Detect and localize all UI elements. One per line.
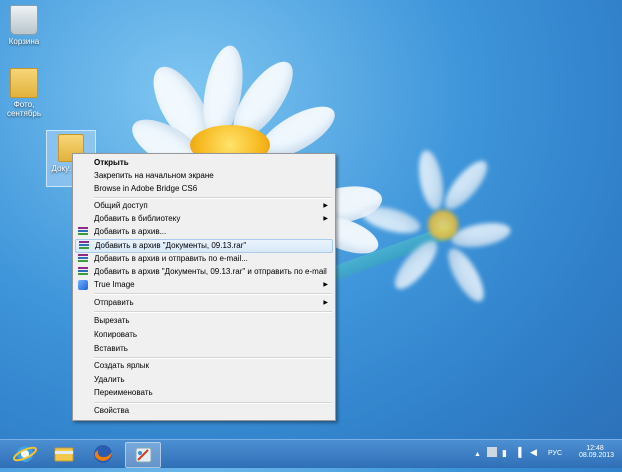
clock[interactable]: 12:48 08.09.2013 <box>579 445 615 459</box>
taskbar-file-explorer[interactable] <box>47 442 81 466</box>
desktop-icon-folder-photos[interactable]: Фото, сентябрь <box>0 68 48 118</box>
language-indicator[interactable]: РУС <box>548 450 562 457</box>
menu-item-paste[interactable]: Вставить <box>75 343 333 355</box>
network-icon[interactable]: ▐ <box>515 447 521 457</box>
network-icon[interactable]: ▮ <box>502 448 507 459</box>
menu-item-add-to-library[interactable]: Добавить в библиотеку ▶ <box>75 213 333 225</box>
clock-date: 08.09.2013 <box>579 452 615 459</box>
taskbar-firefox[interactable] <box>86 442 120 466</box>
desktop-icon-label: Корзина <box>8 37 40 46</box>
winrar-icon <box>78 267 88 277</box>
internet-explorer-icon <box>12 446 38 462</box>
wallpaper-petal <box>449 218 513 252</box>
menu-item-share[interactable]: Общий доступ ▶ <box>75 200 333 212</box>
volume-icon[interactable]: ◀ <box>530 447 537 458</box>
menu-item-copy[interactable]: Копировать <box>75 329 333 341</box>
menu-item-create-shortcut[interactable]: Создать ярлык <box>75 360 333 372</box>
menu-separator <box>94 197 332 199</box>
file-explorer-icon <box>54 447 74 462</box>
winrar-icon <box>79 241 89 251</box>
menu-separator <box>94 357 332 359</box>
desktop-icon-recycle-bin[interactable]: Корзина <box>0 5 48 46</box>
folder-icon <box>10 68 38 98</box>
tray-expand-icon[interactable]: ▲ <box>474 451 481 458</box>
menu-item-properties[interactable]: Свойства <box>75 405 333 417</box>
taskbar-paint[interactable] <box>125 442 161 468</box>
menu-item-cut[interactable]: Вырезать <box>75 315 333 327</box>
menu-item-rename[interactable]: Переименовать <box>75 387 333 399</box>
menu-item-adobe-bridge[interactable]: Browse in Adobe Bridge CS6 <box>75 183 333 195</box>
menu-item-named-archive-and-email[interactable]: Добавить в архив "Документы, 09.13.rar" … <box>75 266 333 278</box>
wallpaper-flower-center <box>428 210 458 240</box>
winrar-icon <box>78 254 88 264</box>
menu-item-delete[interactable]: Удалить <box>75 374 333 386</box>
wallpaper-petal <box>438 154 494 216</box>
true-image-icon <box>78 280 88 290</box>
recycle-bin-icon <box>10 5 38 35</box>
menu-item-true-image[interactable]: True Image ▶ <box>75 279 333 291</box>
submenu-arrow-icon: ▶ <box>323 282 328 288</box>
wallpaper-petal <box>414 148 448 212</box>
action-center-icon[interactable] <box>487 447 497 457</box>
desktop-icon-label: Фото, сентябрь <box>6 100 42 118</box>
menu-item-open[interactable]: Открыть <box>75 157 333 169</box>
menu-separator <box>94 293 332 295</box>
menu-item-add-to-archive[interactable]: Добавить в архив... <box>75 226 333 238</box>
menu-separator <box>94 311 332 313</box>
menu-item-send-to[interactable]: Отправить ▶ <box>75 297 333 309</box>
taskbar-internet-explorer[interactable] <box>8 442 42 466</box>
submenu-arrow-icon: ▶ <box>323 203 328 209</box>
paint-icon <box>135 447 152 463</box>
winrar-icon <box>78 227 88 237</box>
menu-item-pin-start[interactable]: Закрепить на начальном экране <box>75 170 333 182</box>
firefox-icon <box>94 445 112 463</box>
menu-item-archive-and-email[interactable]: Добавить в архив и отправить по e-mail..… <box>75 253 333 265</box>
clock-time: 12:48 <box>586 445 604 452</box>
taskbar <box>0 439 622 468</box>
menu-separator <box>94 402 332 404</box>
submenu-arrow-icon: ▶ <box>323 216 328 222</box>
wallpaper-petal <box>441 243 491 307</box>
menu-item-add-to-named-archive[interactable]: Добавить в архив "Документы, 09.13.rar" <box>75 239 333 253</box>
context-menu: Открыть Закрепить на начальном экране Br… <box>72 153 336 421</box>
submenu-arrow-icon: ▶ <box>323 300 328 306</box>
